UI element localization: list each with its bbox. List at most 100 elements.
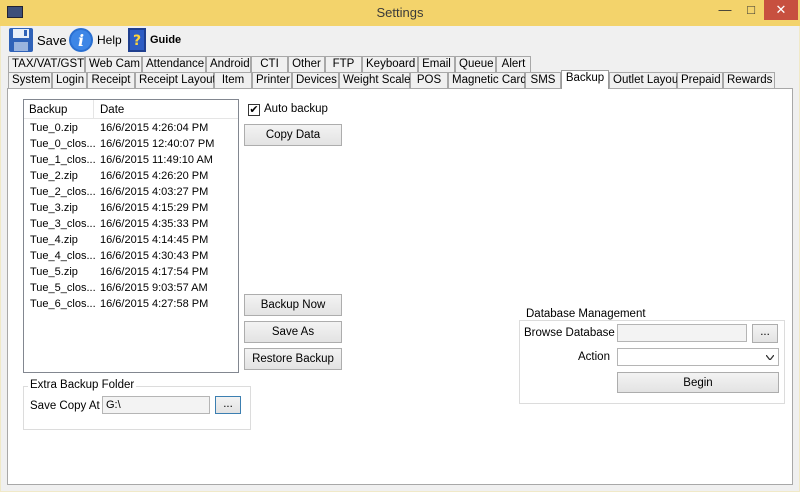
column-header-backup[interactable]: Backup [29,104,67,116]
restore-backup-button[interactable]: Restore Backup [244,348,342,370]
tab-queue[interactable]: Queue [455,56,496,73]
help-label: Help [97,33,122,47]
tab-printer[interactable]: Printer [252,72,292,89]
list-item[interactable]: Tue_3_clos... 16/6/2015 4:35:33 PM [24,217,238,233]
backup-name: Tue_6_clos... [30,298,96,310]
list-item[interactable]: Tue_3.zip 16/6/2015 4:15:29 PM [24,201,238,217]
save-as-button[interactable]: Save As [244,321,342,343]
backup-date: 16/6/2015 4:26:04 PM [100,122,209,134]
tab-item[interactable]: Item [214,72,252,89]
floppy-icon [9,28,33,52]
save-label: Save [37,32,67,48]
backup-date: 16/6/2015 9:03:57 AM [100,282,208,294]
list-item[interactable]: Tue_2_clos... 16/6/2015 4:03:27 PM [24,185,238,201]
chevron-down-icon [766,355,774,360]
browse-database-field[interactable] [617,324,747,342]
tab-rewards[interactable]: Rewards [723,72,775,89]
backup-name: Tue_3.zip [30,202,78,214]
copy-data-button[interactable]: Copy Data [244,124,342,146]
backup-name: Tue_2_clos... [30,186,96,198]
tab-android[interactable]: Android [206,56,251,73]
backup-date: 16/6/2015 4:26:20 PM [100,170,209,182]
backup-name: Tue_3_clos... [30,218,96,230]
browse-database-label: Browse Database [524,327,615,339]
tab-ftp[interactable]: FTP [325,56,362,73]
tab-outlet-layout[interactable]: Outlet Layout [609,72,681,89]
tab-attendance[interactable]: Attendance [142,56,206,73]
minimize-button[interactable]: — [712,0,738,20]
backup-date: 16/6/2015 4:30:43 PM [100,250,209,262]
info-icon: i [69,28,93,52]
list-item[interactable]: Tue_2.zip 16/6/2015 4:26:20 PM [24,169,238,185]
svg-text:?: ? [133,33,141,49]
begin-button[interactable]: Begin [617,372,779,393]
backup-name: Tue_0.zip [30,122,78,134]
guide-label: Guide [150,34,182,46]
auto-backup-label[interactable]: Auto backup [264,103,328,115]
tab-devices[interactable]: Devices [292,72,339,89]
backup-date: 16/6/2015 12:40:07 PM [100,138,215,150]
backup-date: 16/6/2015 4:27:58 PM [100,298,209,310]
save-copy-at-label: Save Copy At [30,400,100,412]
list-item[interactable]: Tue_4.zip 16/6/2015 4:14:45 PM [24,233,238,249]
title-bar: Settings — □ ✕ [0,0,800,26]
list-item[interactable]: Tue_5_clos... 16/6/2015 9:03:57 AM [24,281,238,297]
tab-tax-vat-gst[interactable]: TAX/VAT/GST [8,56,85,73]
tab-sms[interactable]: SMS [525,72,561,89]
help-button[interactable]: i Help [68,26,122,54]
list-item[interactable]: Tue_1_clos... 16/6/2015 11:49:10 AM [24,153,238,169]
action-label: Action [578,351,610,363]
backup-now-button[interactable]: Backup Now [244,294,342,316]
list-item[interactable]: Tue_4_clos... 16/6/2015 4:30:43 PM [24,249,238,265]
tab-cti[interactable]: CTI [251,56,288,73]
list-item[interactable]: Tue_5.zip 16/6/2015 4:17:54 PM [24,265,238,281]
list-header: Backup Date [24,100,238,119]
tab-email[interactable]: Email [418,56,455,73]
tab-receipt-layout[interactable]: Receipt Layout [135,72,216,89]
tab-receipt[interactable]: Receipt [87,72,135,89]
backup-name: Tue_1_clos... [30,154,96,166]
browse-backup-folder-button[interactable]: ... [215,396,241,414]
maximize-button[interactable]: □ [738,0,764,20]
tab-pos[interactable]: POS [410,72,448,89]
list-item[interactable]: Tue_0_clos... 16/6/2015 12:40:07 PM [24,137,238,153]
backup-name: Tue_5.zip [30,266,78,278]
tab-other[interactable]: Other [288,56,325,73]
backup-date: 16/6/2015 4:35:33 PM [100,218,209,230]
backup-date: 16/6/2015 4:15:29 PM [100,202,209,214]
list-item[interactable]: Tue_6_clos... 16/6/2015 4:27:58 PM [24,297,238,313]
tab-keyboard[interactable]: Keyboard [362,56,418,73]
tab-alert[interactable]: Alert [496,56,531,73]
extra-backup-folder-legend: Extra Backup Folder [28,379,137,391]
tab-system[interactable]: System [8,72,52,89]
guide-book-icon: ? [128,28,146,52]
tab-web-cam[interactable]: Web Cam [85,56,142,73]
close-button[interactable]: ✕ [764,0,798,20]
column-header-date[interactable]: Date [100,104,124,116]
list-item[interactable]: Tue_0.zip 16/6/2015 4:26:04 PM [24,121,238,137]
tab-login[interactable]: Login [52,72,87,89]
backup-date: 16/6/2015 4:14:45 PM [100,234,209,246]
save-copy-at-field[interactable]: G:\ [102,396,210,414]
backup-name: Tue_5_clos... [30,282,96,294]
tab-magnetic-card[interactable]: Magnetic Card [448,72,527,89]
database-management-legend: Database Management [524,308,648,320]
backup-date: 16/6/2015 4:17:54 PM [100,266,209,278]
action-select[interactable] [617,348,779,366]
save-button[interactable]: Save [8,26,67,54]
backup-date: 16/6/2015 11:49:10 AM [100,154,213,166]
window-title: Settings [376,5,424,20]
auto-backup-checkbox[interactable]: ✔ [248,104,260,116]
backup-name: Tue_4_clos... [30,250,96,262]
tab-backup[interactable]: Backup [561,70,609,89]
tab-weight-scale[interactable]: Weight Scale [339,72,411,89]
tab-prepaid[interactable]: Prepaid [677,72,723,89]
browse-database-button[interactable]: ... [752,324,778,343]
backup-date: 16/6/2015 4:03:27 PM [100,186,209,198]
column-separator[interactable] [93,100,94,119]
backup-name: Tue_4.zip [30,234,78,246]
backup-name: Tue_0_clos... [30,138,96,150]
svg-text:i: i [78,31,84,50]
guide-button[interactable]: ? Guide [127,26,181,54]
backup-listview[interactable]: Backup Date Tue_0.zip 16/6/2015 4:26:04 P… [23,99,239,373]
